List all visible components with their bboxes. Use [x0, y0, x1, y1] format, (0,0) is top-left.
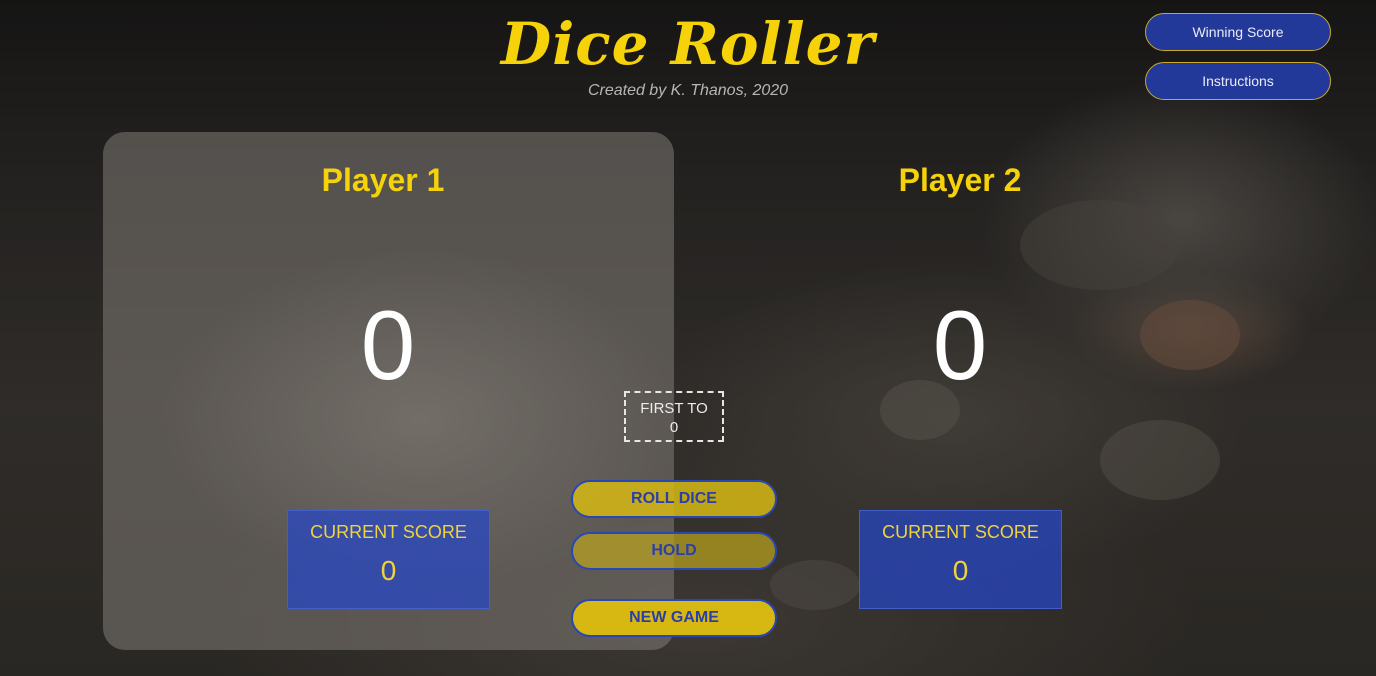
winning-score-button[interactable]: Winning Score	[1145, 13, 1331, 51]
new-game-button[interactable]: NEW GAME	[571, 599, 777, 637]
player-1-current-score-box: CURRENT SCORE 0	[287, 510, 490, 609]
player-2-current-score-box: CURRENT SCORE 0	[859, 510, 1062, 609]
roll-dice-button[interactable]: ROLL DICE	[571, 480, 777, 518]
player-2-name: Player 2	[898, 162, 1022, 198]
current-score-label: CURRENT SCORE	[310, 522, 467, 542]
player-1-total-score: 0	[360, 290, 416, 400]
hold-button[interactable]: HOLD	[571, 532, 777, 570]
player-2-total-score: 0	[932, 290, 988, 400]
current-score-value: 0	[380, 555, 397, 586]
target-score-box: FIRST TO 0	[624, 391, 724, 442]
current-score-value: 0	[952, 555, 969, 586]
instructions-button[interactable]: Instructions	[1145, 62, 1331, 100]
target-score-label: FIRST TO	[640, 400, 708, 417]
target-score-value: 0	[669, 419, 679, 436]
player-1-name: Player 1	[321, 162, 445, 198]
current-score-label: CURRENT SCORE	[882, 522, 1039, 542]
